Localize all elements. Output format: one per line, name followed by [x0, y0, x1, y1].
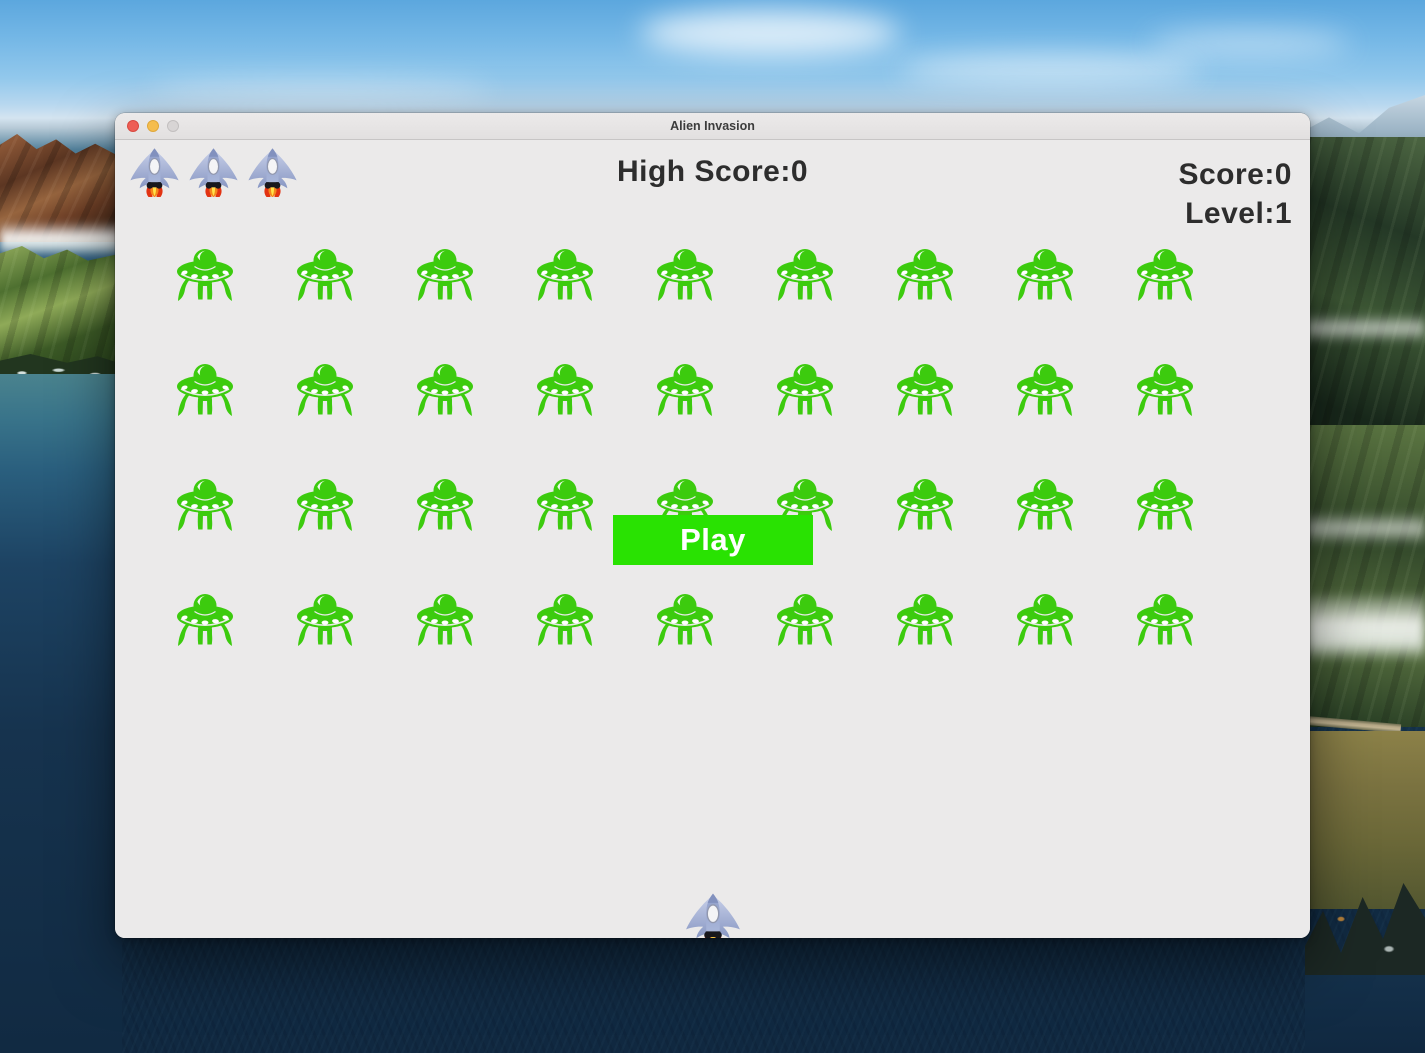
alien-sprite — [1135, 478, 1195, 536]
alien-sprite — [1015, 593, 1075, 651]
alien-sprite — [175, 363, 235, 421]
minimize-button[interactable] — [147, 120, 159, 132]
player-ship — [684, 892, 742, 938]
dark-green-mountains — [1305, 137, 1425, 439]
alien-sprite — [535, 363, 595, 421]
alien-sprite — [1015, 248, 1075, 306]
alien-sprite — [775, 248, 835, 306]
alien-sprite — [655, 593, 715, 651]
green-hills — [0, 246, 122, 368]
tan-grass-field — [1305, 731, 1425, 909]
alien-sprite — [535, 478, 595, 536]
fog-cloud — [1305, 595, 1425, 659]
alien-sprite — [175, 478, 235, 536]
game-area: High Score:0 Score:0 Level:1 Play — [115, 140, 1310, 938]
alien-sprite — [1135, 363, 1195, 421]
window-titlebar[interactable]: Alien Invasion — [115, 113, 1310, 140]
alien-sprite — [535, 248, 595, 306]
desktop-wallpaper: Alien Invasion High Score:0 Score:0 Leve… — [0, 0, 1425, 1053]
alien-sprite — [415, 593, 475, 651]
wallpaper-left-coast — [0, 128, 122, 1053]
alien-sprite — [895, 478, 955, 536]
alien-sprite — [655, 363, 715, 421]
alien-sprite — [1135, 593, 1195, 651]
traffic-lights — [127, 113, 179, 139]
teal-sea — [0, 374, 122, 1053]
alien-sprite — [775, 593, 835, 651]
dark-sea — [1305, 975, 1425, 1053]
alien-sprite — [175, 248, 235, 306]
fog-wisp — [1305, 513, 1425, 543]
alien-sprite — [1015, 363, 1075, 421]
cloud — [150, 80, 490, 102]
alien-sprite — [1135, 248, 1195, 306]
play-button[interactable]: Play — [613, 515, 813, 565]
cloud — [900, 55, 1200, 85]
alien-sprite — [775, 363, 835, 421]
green-slope — [1305, 425, 1425, 727]
alien-sprite — [295, 248, 355, 306]
alien-sprite — [655, 248, 715, 306]
cloud — [640, 10, 900, 56]
alien-sprite — [535, 593, 595, 651]
close-button[interactable] — [127, 120, 139, 132]
cloud — [1150, 30, 1350, 56]
alien-sprite — [895, 248, 955, 306]
alien-sprite — [295, 593, 355, 651]
game-window: Alien Invasion High Score:0 Score:0 Leve… — [115, 113, 1310, 938]
alien-sprite — [415, 478, 475, 536]
alien-sprite — [415, 248, 475, 306]
alien-sprite — [895, 363, 955, 421]
alien-sprite — [175, 593, 235, 651]
alien-sprite — [295, 478, 355, 536]
fog-wisp — [1305, 315, 1425, 341]
window-title: Alien Invasion — [670, 119, 755, 133]
zoom-button[interactable] — [167, 120, 179, 132]
alien-sprite — [415, 363, 475, 421]
wallpaper-right-coast — [1280, 95, 1425, 1053]
alien-sprite — [295, 363, 355, 421]
alien-sprite — [895, 593, 955, 651]
alien-sprite — [1015, 478, 1075, 536]
